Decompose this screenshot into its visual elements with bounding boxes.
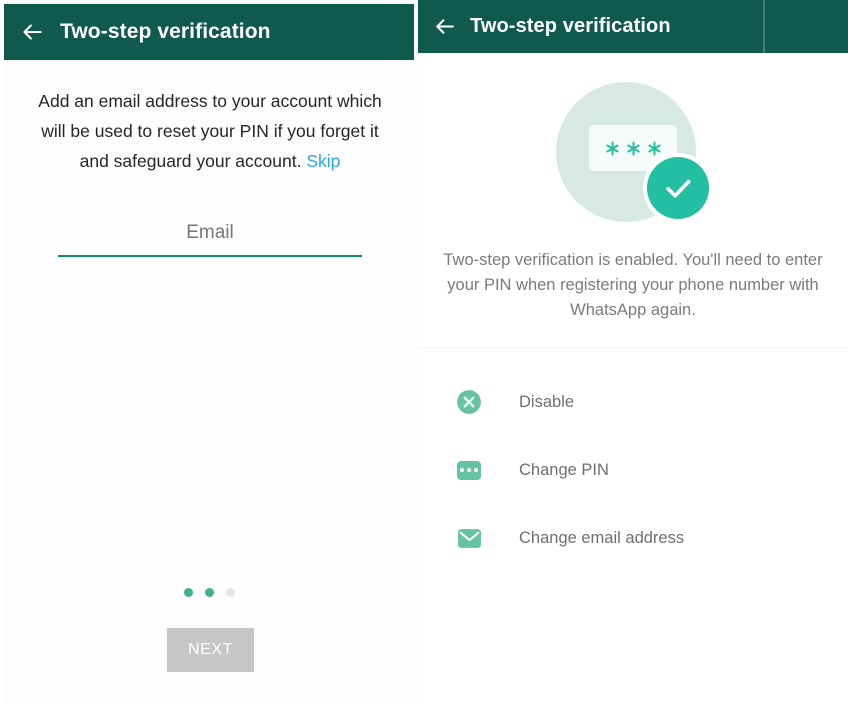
asterisk-icon xyxy=(626,141,640,155)
asterisk-icon xyxy=(647,141,661,155)
action-list: Disable Change PIN Change email address xyxy=(418,368,848,572)
back-button[interactable] xyxy=(418,0,470,53)
action-label: Disable xyxy=(519,392,575,411)
verification-illustration xyxy=(543,78,728,228)
email-input[interactable]: Email xyxy=(58,222,362,255)
two-screen-comparison: Two-step verification Add an email addre… xyxy=(0,0,848,702)
check-icon xyxy=(666,179,691,198)
action-label: Change email address xyxy=(519,528,685,547)
page-indicator xyxy=(0,588,418,597)
skip-link[interactable]: Skip xyxy=(306,151,340,171)
pin-dots-icon xyxy=(456,457,482,483)
appbar-divider xyxy=(763,0,765,53)
email-field[interactable]: Email xyxy=(58,222,362,257)
page-title: Two-step verification xyxy=(470,15,671,37)
action-row-change-pin[interactable]: Change PIN xyxy=(418,436,848,504)
status-description: Two-step verification is enabled. You'll… xyxy=(443,251,823,319)
envelope-icon xyxy=(456,525,482,551)
page-dot-3[interactable] xyxy=(225,588,235,597)
close-circle-icon xyxy=(456,389,482,415)
email-input-underline xyxy=(58,255,362,257)
right-appbar: Two-step verification xyxy=(418,0,848,53)
page-dot-2[interactable] xyxy=(204,588,214,597)
next-button[interactable]: NEXT xyxy=(167,628,254,672)
back-arrow-icon xyxy=(23,24,42,40)
left-screen-add-email: Two-step verification Add an email addre… xyxy=(0,0,418,702)
left-appbar: Two-step verification xyxy=(4,4,414,60)
section-divider xyxy=(418,347,848,348)
right-screen-verification-enabled: Two-step verification Two-step verificat… xyxy=(418,0,848,702)
asterisk-icon xyxy=(605,141,619,155)
page-dot-1[interactable] xyxy=(183,588,193,597)
back-button[interactable] xyxy=(4,4,60,60)
back-arrow-icon xyxy=(435,19,454,34)
action-row-disable[interactable]: Disable xyxy=(418,368,848,436)
page-title: Two-step verification xyxy=(60,20,271,43)
check-circle-badge xyxy=(647,157,709,219)
action-label: Change PIN xyxy=(519,460,609,479)
action-row-change-email[interactable]: Change email address xyxy=(418,504,848,572)
intro-description: Add an email address to your account whi… xyxy=(30,86,390,176)
